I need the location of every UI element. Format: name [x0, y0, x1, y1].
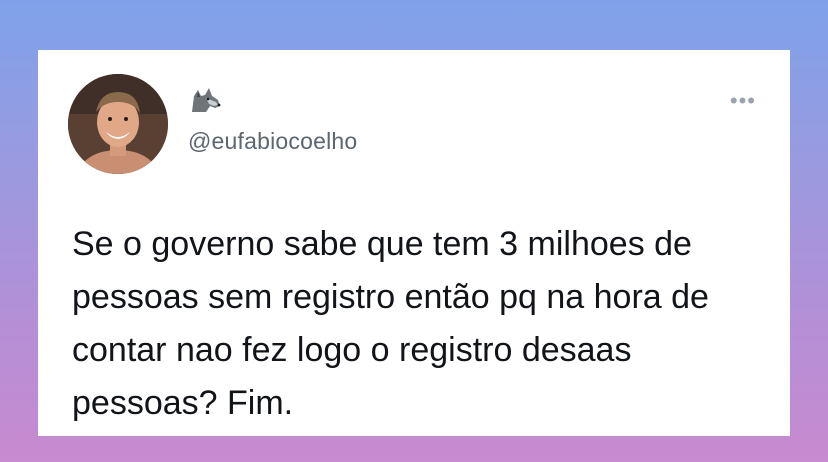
more-options-icon[interactable]: ••• — [730, 90, 756, 112]
tweet-text: Se o governo sabe que tem 3 milhoes de p… — [72, 225, 709, 422]
user-handle[interactable]: @eufabiocoelho — [188, 128, 357, 155]
avatar[interactable] — [68, 74, 168, 174]
tweet-card: @eufabiocoelho ••• Se o governo sabe que… — [38, 50, 790, 436]
wolf-emoji-icon — [188, 86, 222, 116]
